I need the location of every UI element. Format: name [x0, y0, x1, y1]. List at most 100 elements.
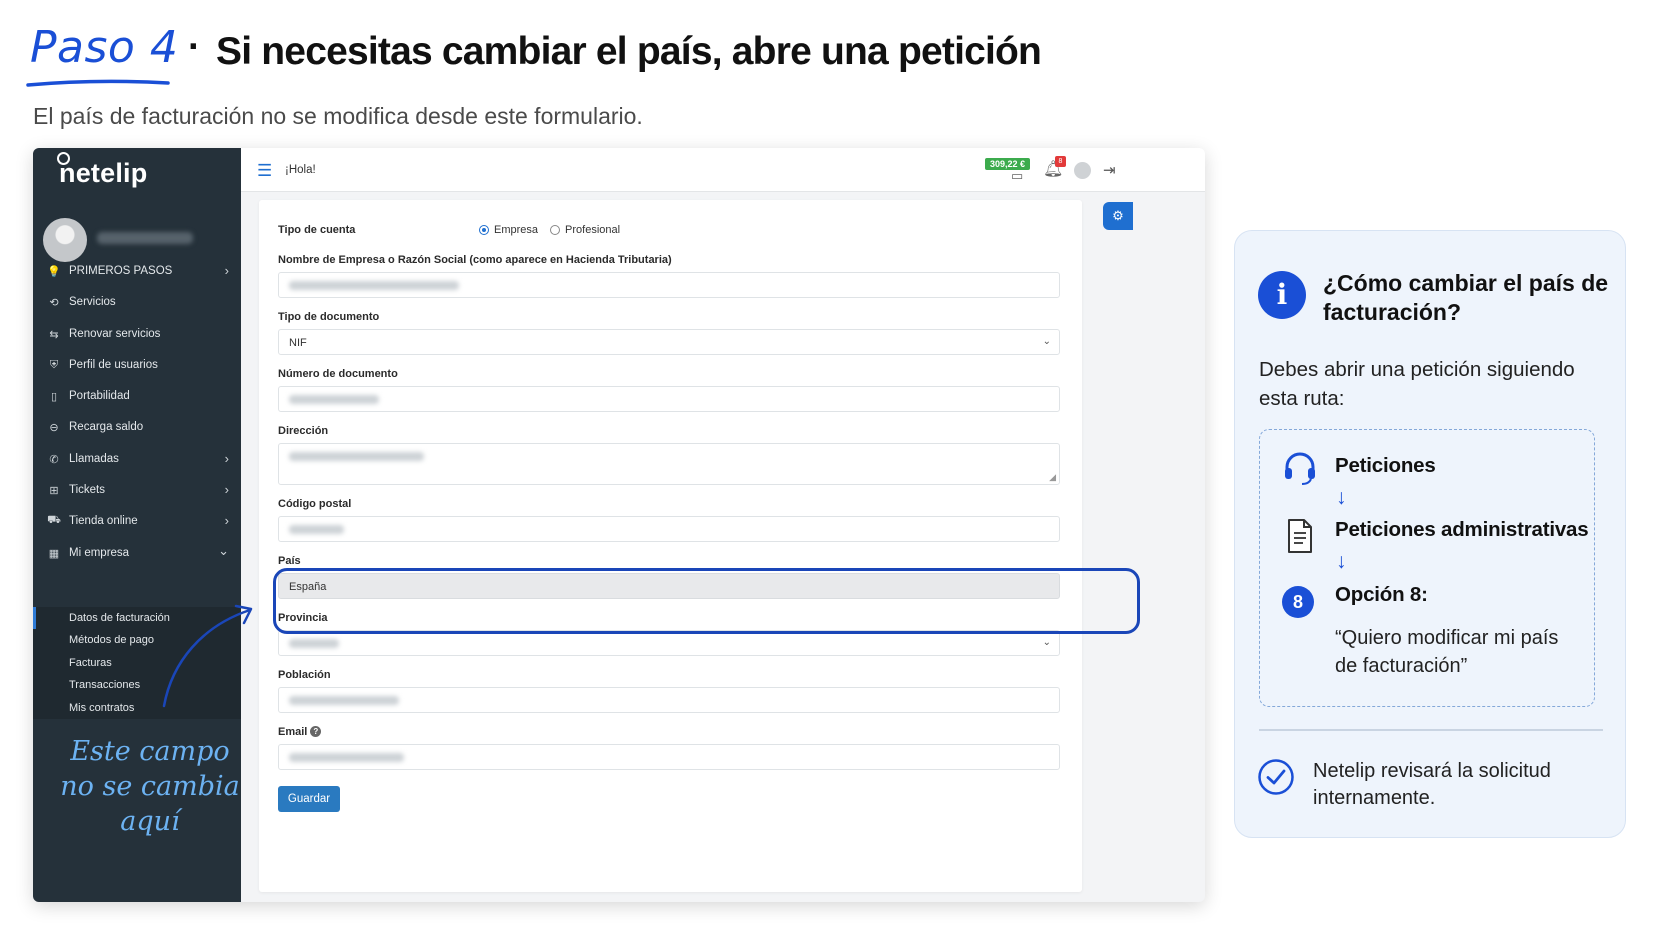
- sidebar-item-tickets[interactable]: ⊞ Tickets ›: [33, 475, 241, 505]
- step-label: Paso 4: [30, 22, 179, 73]
- brand-logo[interactable]: netelip: [59, 158, 147, 189]
- postal-code-label: Código postal: [278, 498, 352, 510]
- email-label: Email: [278, 726, 308, 738]
- user-name-blurred: [97, 232, 193, 244]
- document-type-label: Tipo de documento: [278, 311, 380, 323]
- document-number-input[interactable]: [278, 386, 1060, 412]
- chevron-down-icon: ⌄: [1042, 336, 1051, 347]
- document-number-label: Número de documento: [278, 368, 398, 380]
- annotation-line: Este campo: [70, 736, 230, 767]
- notification-count-badge: 8: [1055, 156, 1066, 167]
- annotation-line: no se cambia: [60, 771, 240, 802]
- info-panel: i ¿Cómo cambiar el país de facturación? …: [1234, 230, 1626, 838]
- slide: Paso 4 · Si necesitas cambiar el país, a…: [0, 0, 1672, 941]
- help-icon[interactable]: ?: [310, 726, 322, 737]
- settings-gear-icon[interactable]: ⚙: [1103, 202, 1133, 230]
- title-separator: ·: [188, 26, 201, 68]
- check-circle-icon: [1258, 759, 1294, 795]
- step-underline: [26, 79, 170, 87]
- sidebar-item-mi-empresa[interactable]: ▦ Mi empresa ⌄: [33, 538, 241, 568]
- address-textarea[interactable]: ◢: [278, 443, 1060, 485]
- hamburger-menu-icon[interactable]: ☰: [257, 161, 272, 181]
- sidebar-item-label: PRIMEROS PASOS: [69, 265, 173, 277]
- chevron-right-icon: ›: [224, 513, 229, 528]
- sidebar-item-label: Recarga saldo: [69, 421, 144, 433]
- sidebar-item-label: Llamadas: [69, 453, 119, 465]
- annotation-note: Este campo no se cambia aquí: [60, 734, 240, 839]
- wallet-icon[interactable]: ▭: [1011, 168, 1023, 184]
- document-type-select[interactable]: NIF ⌄: [278, 329, 1060, 355]
- route-steps: Peticiones ↓ Peticiones administrativas …: [1259, 429, 1595, 707]
- sidebar-item-tienda-online[interactable]: ⛟ Tienda online ›: [33, 506, 241, 536]
- account-type-radios: Empresa Profesional: [479, 224, 632, 236]
- shield-icon: ⛨: [49, 358, 59, 371]
- chevron-right-icon: ›: [224, 451, 229, 466]
- save-button[interactable]: Guardar: [278, 786, 340, 812]
- document-icon: [1288, 519, 1312, 553]
- sidebar-item-label: Perfil de usuarios: [69, 359, 158, 371]
- chevron-down-icon: ⌄: [218, 543, 229, 558]
- chevron-right-icon: ›: [224, 263, 229, 278]
- radio-profesional[interactable]: [550, 225, 561, 235]
- radio-empresa[interactable]: [479, 225, 489, 235]
- building-icon: ▦: [48, 547, 60, 560]
- sidebar-item-label: Tickets: [69, 484, 105, 496]
- sidebar-item-servicios[interactable]: ⟲ Servicios: [33, 287, 241, 317]
- sidebar-item-portabilidad[interactable]: ▯ Portabilidad: [33, 381, 241, 411]
- route-step-description: “Quiero modificar mi país de facturación…: [1335, 627, 1559, 677]
- logout-icon[interactable]: ⇥: [1103, 161, 1116, 179]
- arrow-down-icon: ↓: [1336, 550, 1347, 573]
- user-avatar-small[interactable]: [1074, 162, 1091, 179]
- radio-empresa-label: Empresa: [494, 224, 539, 236]
- sidebar-item-perfil-usuarios[interactable]: ⛨ Perfil de usuarios: [33, 350, 241, 380]
- phone-icon: ✆: [49, 453, 59, 466]
- route-step-opcion-8: Opción 8:: [1335, 583, 1428, 606]
- address-label: Dirección: [278, 425, 329, 437]
- arrow-down-icon: ↓: [1336, 486, 1347, 509]
- document-type-value: NIF: [289, 337, 307, 349]
- sidebar-item-label: Tienda online: [69, 515, 138, 527]
- cart-icon: ⛟: [47, 514, 61, 526]
- page-title: Si necesitas cambiar el país, abre una p…: [216, 30, 1042, 73]
- step-number-badge: 8: [1282, 586, 1314, 618]
- country-field-highlight: [273, 568, 1140, 634]
- account-type-label: Tipo de cuenta: [278, 224, 356, 236]
- email-label-wrap: Email?: [278, 726, 322, 738]
- topbar: ☰ ¡Hola! 309,22 € ▭ 🔔︎ 8 ⇥: [241, 148, 1205, 192]
- swap-icon: ⇆: [49, 328, 59, 341]
- sidebar-item-label: Servicios: [69, 296, 116, 308]
- lightbulb-icon: 💡: [47, 265, 61, 278]
- sidebar-item-label: Renovar servicios: [69, 328, 161, 340]
- sidebar-item-label: Portabilidad: [69, 390, 130, 402]
- ticket-icon: ⊞: [49, 484, 59, 497]
- route-step-peticiones: Peticiones: [1335, 454, 1436, 477]
- info-icon: i: [1258, 271, 1306, 319]
- resize-grip-icon[interactable]: ◢: [1049, 472, 1056, 483]
- city-input[interactable]: [278, 687, 1060, 713]
- chevron-right-icon: ›: [224, 482, 229, 497]
- info-intro: Debes abrir una petición siguiendo esta …: [1259, 358, 1575, 410]
- billing-form: Tipo de cuenta Empresa Profesional Nombr…: [259, 200, 1082, 892]
- email-input[interactable]: [278, 744, 1060, 770]
- sidebar-item-recarga-saldo[interactable]: ⊖ Recarga saldo: [33, 412, 241, 442]
- refresh-icon: ⟲: [49, 296, 59, 309]
- sidebar-item-llamadas[interactable]: ✆ Llamadas ›: [33, 444, 241, 474]
- company-name-input[interactable]: [278, 272, 1060, 298]
- phone-device-icon: ▯: [50, 390, 58, 403]
- page-subtitle: El país de facturación no se modifica de…: [33, 103, 643, 129]
- route-step-peticiones-administrativas: Peticiones administrativas: [1335, 518, 1589, 541]
- coin-icon: ⊖: [49, 421, 59, 434]
- panel-divider: [1259, 729, 1603, 731]
- sidebar-item-primeros-pasos[interactable]: 💡 PRIMEROS PASOS ›: [33, 256, 241, 286]
- sidebar-item-renovar-servicios[interactable]: ⇆ Renovar servicios: [33, 319, 241, 349]
- annotation-line: aquí: [120, 806, 180, 837]
- radio-profesional-label: Profesional: [565, 224, 621, 236]
- city-label: Población: [278, 669, 331, 681]
- sidebar-item-label: Mi empresa: [69, 547, 130, 559]
- review-note: Netelip revisará la solicitud internamen…: [1313, 760, 1551, 809]
- headset-icon: [1285, 452, 1315, 485]
- postal-code-input[interactable]: [278, 516, 1060, 542]
- annotation-arrow-icon: [162, 604, 253, 708]
- country-label: País: [278, 555, 301, 567]
- greeting: ¡Hola!: [285, 164, 316, 176]
